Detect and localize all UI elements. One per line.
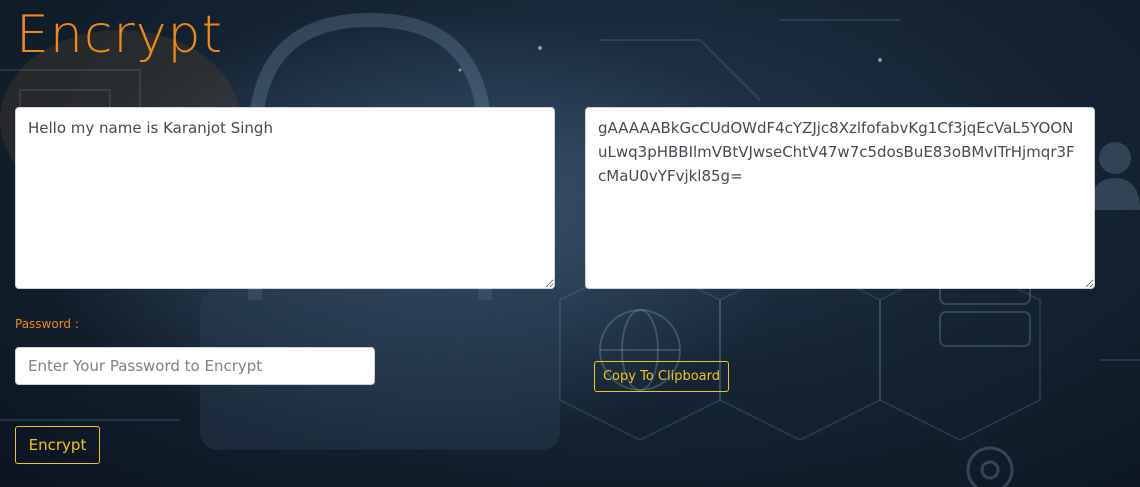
page-title: Encrypt: [16, 5, 223, 65]
password-input[interactable]: [15, 347, 375, 385]
encrypt-button[interactable]: Encrypt: [15, 426, 100, 464]
gear-icon: [966, 446, 1014, 487]
password-label: Password :: [15, 317, 79, 331]
plaintext-input[interactable]: [15, 107, 555, 289]
copy-to-clipboard-button[interactable]: Copy To Clipboard: [594, 361, 729, 392]
ciphertext-output[interactable]: [585, 107, 1095, 289]
user-icon: [1090, 142, 1140, 210]
